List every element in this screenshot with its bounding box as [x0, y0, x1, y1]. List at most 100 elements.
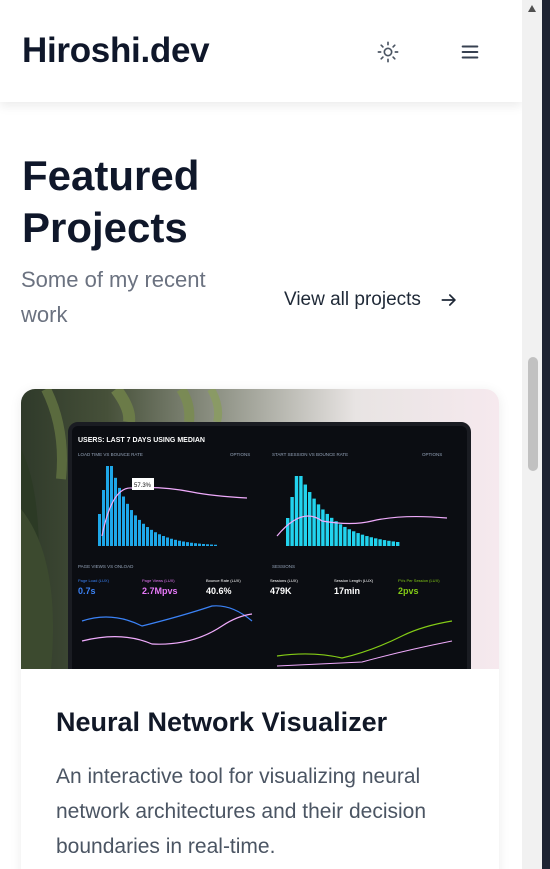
- histogram-bar: [387, 540, 391, 546]
- histogram-bar: [178, 540, 181, 546]
- site-header: Hiroshi.dev: [0, 0, 522, 102]
- theme-toggle-button[interactable]: [372, 36, 404, 68]
- histogram-bar: [391, 541, 395, 546]
- histogram-bar: [122, 496, 125, 546]
- metric-value: 40.6%: [206, 586, 232, 596]
- tooltip-value: 57.3%: [134, 483, 152, 489]
- histogram-bar: [374, 538, 378, 546]
- panel-left-title: LOAD TIME VS BOUNCE RATE: [78, 452, 143, 457]
- metric-label: PVs Per Session (LUX): [398, 578, 440, 583]
- histogram-bar: [106, 466, 109, 546]
- view-all-label: View all projects: [284, 289, 421, 310]
- view-all-projects-link[interactable]: View all projects: [284, 289, 459, 311]
- panel-left-options: OPTIONS: [230, 452, 250, 457]
- histogram-bar: [170, 538, 173, 546]
- histogram-bar: [126, 503, 129, 546]
- histogram-bar: [299, 476, 303, 546]
- metric-value: 2pvs: [398, 586, 419, 596]
- metric-label: Page Load (LUX): [78, 578, 110, 583]
- panel-right-title: START SESSION VS BOUNCE RATE: [272, 452, 348, 457]
- lower-right-line-1: [276, 620, 453, 659]
- section-title: Featured Projects: [22, 150, 199, 254]
- metric-value: 0.7s: [78, 586, 96, 596]
- dashboard-chart: USERS: LAST 7 DAYS USING MEDIAN LOAD TIM…: [78, 437, 453, 667]
- section-title-line-1: Featured: [22, 152, 200, 199]
- metric-label: Sessions (LUX): [270, 578, 298, 583]
- section-title-line-2: Projects: [22, 204, 188, 251]
- site-logo[interactable]: Hiroshi.dev: [22, 31, 210, 71]
- histogram-bar: [202, 543, 205, 546]
- metric-label: Session Length (LUX): [334, 578, 374, 583]
- metric-value: 2.7Mpvs: [142, 586, 178, 596]
- project-description: An interactive tool for visualizing neur…: [56, 765, 427, 858]
- project-title[interactable]: Neural Network Visualizer: [56, 707, 387, 738]
- section-subtitle: Some of my recent work: [21, 267, 206, 327]
- histogram-bar: [206, 544, 209, 546]
- dashboard-header: USERS: LAST 7 DAYS USING MEDIAN: [78, 437, 205, 444]
- histogram-bar: [360, 534, 365, 546]
- metric-label: Page Views (LUX): [142, 578, 175, 583]
- histogram-bar: [308, 492, 312, 546]
- right-histogram: [286, 476, 400, 546]
- metric-label: Bounce Rate (LUX): [206, 578, 241, 583]
- histogram-bar: [194, 543, 197, 546]
- histogram-bar: [210, 544, 213, 546]
- hamburger-menu-icon: [461, 45, 479, 59]
- metric-value: 479K: [270, 586, 292, 596]
- histogram-bar: [334, 521, 338, 546]
- histogram-bar: [174, 539, 177, 546]
- histogram-bar: [154, 532, 157, 546]
- laptop-screen: USERS: LAST 7 DAYS USING MEDIAN LOAD TIM…: [68, 422, 471, 669]
- left-histogram: [98, 466, 217, 546]
- histogram-bar: [102, 490, 105, 546]
- histogram-bar: [162, 536, 165, 546]
- histogram-bar: [198, 543, 201, 546]
- histogram-bar: [182, 541, 185, 546]
- histogram-bar: [186, 542, 189, 546]
- histogram-bar: [190, 542, 193, 546]
- scrollbar-thumb[interactable]: [528, 357, 538, 471]
- histogram-bar: [138, 519, 141, 546]
- histogram-bar: [316, 504, 321, 546]
- histogram-bar: [382, 540, 387, 546]
- histogram-bar: [378, 539, 382, 546]
- vertical-scrollbar[interactable]: [522, 0, 542, 869]
- histogram-bar: [325, 513, 329, 546]
- histogram-bar: [347, 529, 351, 546]
- histogram-bar: [134, 515, 137, 546]
- histogram-bar: [303, 484, 307, 546]
- histogram-bar: [150, 529, 153, 546]
- project-card[interactable]: USERS: LAST 7 DAYS USING MEDIAN LOAD TIM…: [21, 389, 499, 869]
- histogram-bar: [214, 544, 217, 546]
- lower-left-line-2: [81, 613, 253, 645]
- histogram-bar: [294, 476, 299, 546]
- window-edge: [542, 0, 550, 869]
- histogram-bar: [118, 487, 121, 546]
- histogram-bar: [321, 509, 325, 546]
- histogram-bar: [343, 526, 347, 546]
- histogram-bar: [286, 518, 290, 546]
- histogram-bar: [338, 524, 343, 546]
- project-image: USERS: LAST 7 DAYS USING MEDIAN LOAD TIM…: [21, 389, 499, 669]
- histogram-bar: [365, 536, 369, 546]
- lower-left-title: PAGE VIEWS VS ONLOAD: [78, 564, 134, 569]
- histogram-bar: [146, 527, 149, 546]
- histogram-bar: [369, 537, 373, 546]
- histogram-bar: [312, 498, 316, 546]
- histogram-bar: [166, 537, 169, 546]
- histogram-bar: [396, 541, 400, 546]
- histogram-bar: [114, 477, 117, 546]
- histogram-bar: [98, 514, 101, 546]
- metric-value: 17min: [334, 586, 360, 596]
- panel-right-options: OPTIONS: [422, 452, 442, 457]
- page-viewport: Hiroshi.dev Featured Projects Some of my…: [0, 0, 522, 869]
- histogram-bar: [130, 510, 133, 546]
- histogram-bar: [158, 534, 161, 546]
- sun-icon: [377, 41, 399, 63]
- histogram-bar: [356, 533, 360, 546]
- lower-right-title: SESSIONS: [272, 564, 295, 569]
- histogram-bar: [142, 523, 145, 546]
- scroll-up-arrow-icon[interactable]: [527, 4, 537, 14]
- menu-button[interactable]: [454, 36, 486, 68]
- histogram-bar: [352, 531, 356, 546]
